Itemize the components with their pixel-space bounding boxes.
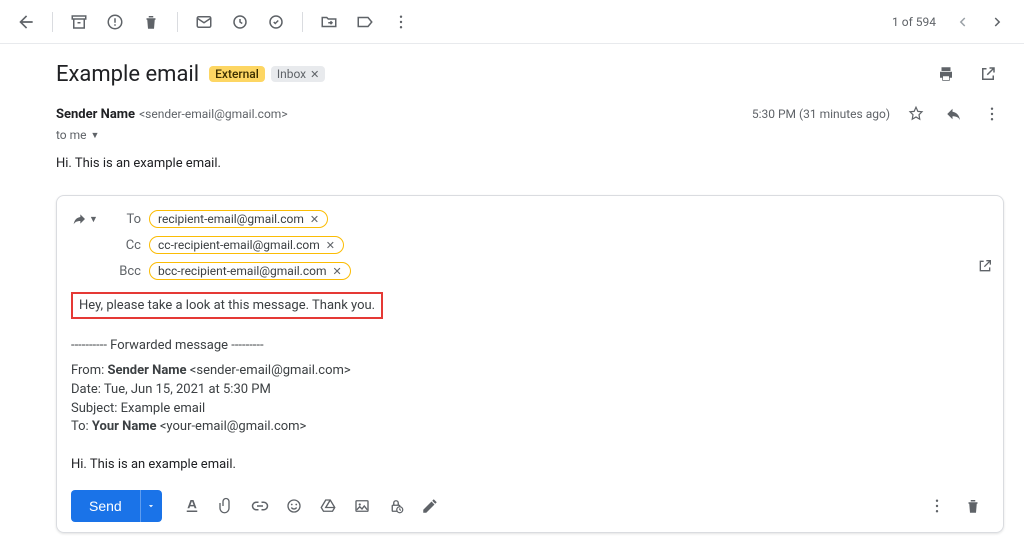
bcc-chip[interactable]: bcc-recipient-email@gmail.com ✕ [149,262,351,280]
insert-link-icon[interactable] [244,490,276,522]
external-badge: External [209,66,265,82]
timestamp: 5:30 PM (31 minutes ago) [752,107,890,121]
back-icon[interactable] [8,4,44,40]
popout-compose-icon[interactable] [977,258,993,274]
more-icon[interactable] [383,4,419,40]
sender-email: <sender-email@gmail.com> [139,107,288,121]
subject-text: Example email [56,62,199,87]
remove-label-icon[interactable]: ✕ [310,68,319,81]
message-body: Hi. This is an example email. [0,152,1024,191]
sender-row: Sender Name <sender-email@gmail.com> 5:3… [0,98,1024,128]
labels-icon[interactable] [347,4,383,40]
remove-to-chip-icon[interactable]: ✕ [310,213,319,226]
compose-toolbar: Send [71,490,989,522]
inbox-label-text: Inbox [277,67,306,81]
fwd-date-line: Date: Tue, Jun 15, 2021 at 5:30 PM [71,381,989,400]
to-label: To [111,212,141,227]
formatting-icon[interactable] [176,490,208,522]
to-chip[interactable]: recipient-email@gmail.com ✕ [149,210,328,228]
snooze-icon[interactable] [222,4,258,40]
compose-panel: ▼ To recipient-email@gmail.com ✕ Cc cc-r… [56,195,1004,533]
recipient-summary[interactable]: to me ▼ [0,128,1024,152]
separator [177,12,178,32]
message-more-icon[interactable] [980,102,1004,126]
compose-more-icon[interactable] [921,490,953,522]
cc-chip-text: cc-recipient-email@gmail.com [158,238,320,252]
add-to-tasks-icon[interactable] [258,4,294,40]
compose-body-highlight[interactable]: Hey, please take a look at this message.… [71,292,383,319]
message-counter: 1 of 594 [892,15,936,29]
delete-icon[interactable] [133,4,169,40]
cc-line: Cc cc-recipient-email@gmail.com ✕ [71,232,989,258]
separator [302,12,303,32]
reply-icon[interactable] [942,102,966,126]
separator [52,12,53,32]
forwarded-header-block: ---------- Forwarded message --------- F… [71,337,989,437]
to-line: ▼ To recipient-email@gmail.com ✕ [71,206,989,232]
archive-icon[interactable] [61,4,97,40]
bcc-chip-text: bcc-recipient-email@gmail.com [158,264,327,278]
forward-type-icon[interactable]: ▼ [71,211,98,227]
send-button[interactable]: Send [71,490,140,522]
move-to-icon[interactable] [311,4,347,40]
fwd-subject-line: Subject: Example email [71,400,989,419]
cc-label: Cc [111,238,141,253]
fwd-to-line: To: Your Name <your-email@gmail.com> [71,418,989,437]
forwarded-body: Hi. This is an example email. [71,457,989,472]
discard-draft-icon[interactable] [957,490,989,522]
open-new-window-icon[interactable] [972,58,1004,90]
send-options-dropdown[interactable] [140,490,162,522]
forward-separator: ---------- Forwarded message --------- [71,337,989,356]
bcc-line: Bcc bcc-recipient-email@gmail.com ✕ [71,258,989,284]
report-spam-icon[interactable] [97,4,133,40]
remove-cc-chip-icon[interactable]: ✕ [326,239,335,252]
attach-icon[interactable] [210,490,242,522]
print-icon[interactable] [930,58,962,90]
mark-unread-icon[interactable] [186,4,222,40]
cc-chip[interactable]: cc-recipient-email@gmail.com ✕ [149,236,344,254]
insert-signature-icon[interactable] [414,490,446,522]
expand-recipients-icon[interactable]: ▼ [91,130,100,141]
star-icon[interactable] [904,102,928,126]
newer-icon[interactable] [980,4,1016,40]
confidential-mode-icon[interactable] [380,490,412,522]
insert-photo-icon[interactable] [346,490,378,522]
sender-name: Sender Name [56,107,135,122]
bcc-label: Bcc [111,264,141,279]
insert-emoji-icon[interactable] [278,490,310,522]
insert-drive-icon[interactable] [312,490,344,522]
action-toolbar: 1 of 594 [0,0,1024,44]
to-line-text: to me [56,128,87,142]
remove-bcc-chip-icon[interactable]: ✕ [333,265,342,278]
inbox-label[interactable]: Inbox ✕ [271,66,326,82]
subject-row: Example email External Inbox ✕ [0,44,1024,98]
send-split-button: Send [71,490,162,522]
fwd-from-line: From: Sender Name <sender-email@gmail.co… [71,362,989,381]
to-chip-text: recipient-email@gmail.com [158,212,304,226]
older-icon[interactable] [944,4,980,40]
